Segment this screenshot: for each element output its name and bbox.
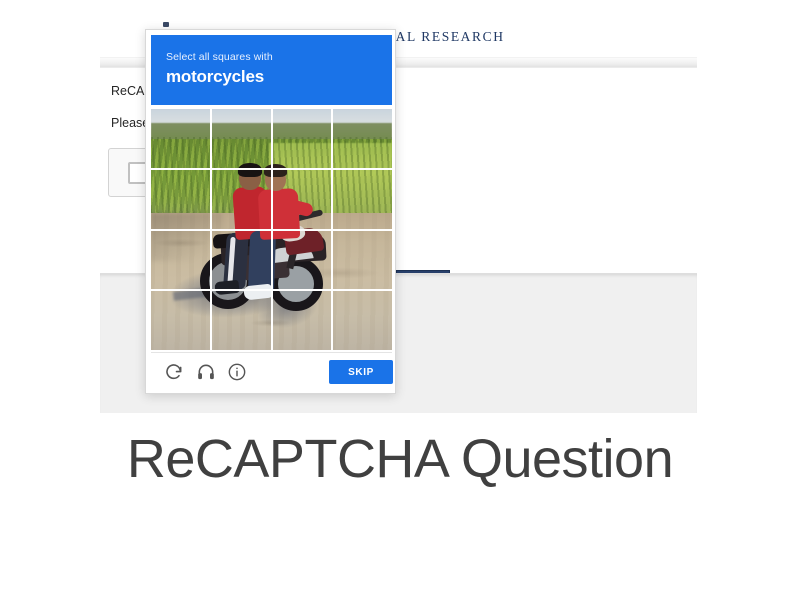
grid-tile[interactable] (211, 290, 271, 350)
grid-tile[interactable] (272, 169, 332, 229)
grid-tile[interactable] (272, 290, 332, 350)
headphones-icon[interactable] (196, 362, 216, 382)
grid-tile[interactable] (332, 290, 392, 350)
grid-tile[interactable] (151, 290, 211, 350)
grid-tile[interactable] (211, 169, 271, 229)
challenge-prompt-header: Select all squares with motorcycles (151, 35, 392, 105)
challenge-anchor-pin (163, 22, 169, 27)
grid-tile[interactable] (151, 230, 211, 290)
prompt-line-1: Select all squares with (166, 51, 273, 63)
challenge-footer: SKIP (151, 352, 393, 390)
grid-tile[interactable] (332, 169, 392, 229)
recaptcha-challenge-dialog: Select all squares with motorcycles SKIP (145, 29, 396, 394)
skip-button[interactable]: SKIP (329, 360, 393, 384)
grid-tile[interactable] (151, 109, 211, 169)
grid-tile[interactable] (332, 230, 392, 290)
reload-icon[interactable] (164, 362, 184, 382)
challenge-image-grid (151, 109, 392, 350)
grid-tile[interactable] (332, 109, 392, 169)
grid-tile[interactable] (272, 109, 332, 169)
prompt-line-2: motorcycles (166, 67, 264, 86)
grid-tile[interactable] (272, 230, 332, 290)
page-title: ReCAPTCHA Question (126, 429, 674, 489)
grid-tile[interactable] (211, 109, 271, 169)
grid-tile[interactable] (211, 230, 271, 290)
grid-tile[interactable] (151, 169, 211, 229)
site-title: BAL RESEARCH (385, 29, 505, 44)
info-icon[interactable] (227, 362, 247, 382)
instruction-text: Please (111, 116, 150, 130)
